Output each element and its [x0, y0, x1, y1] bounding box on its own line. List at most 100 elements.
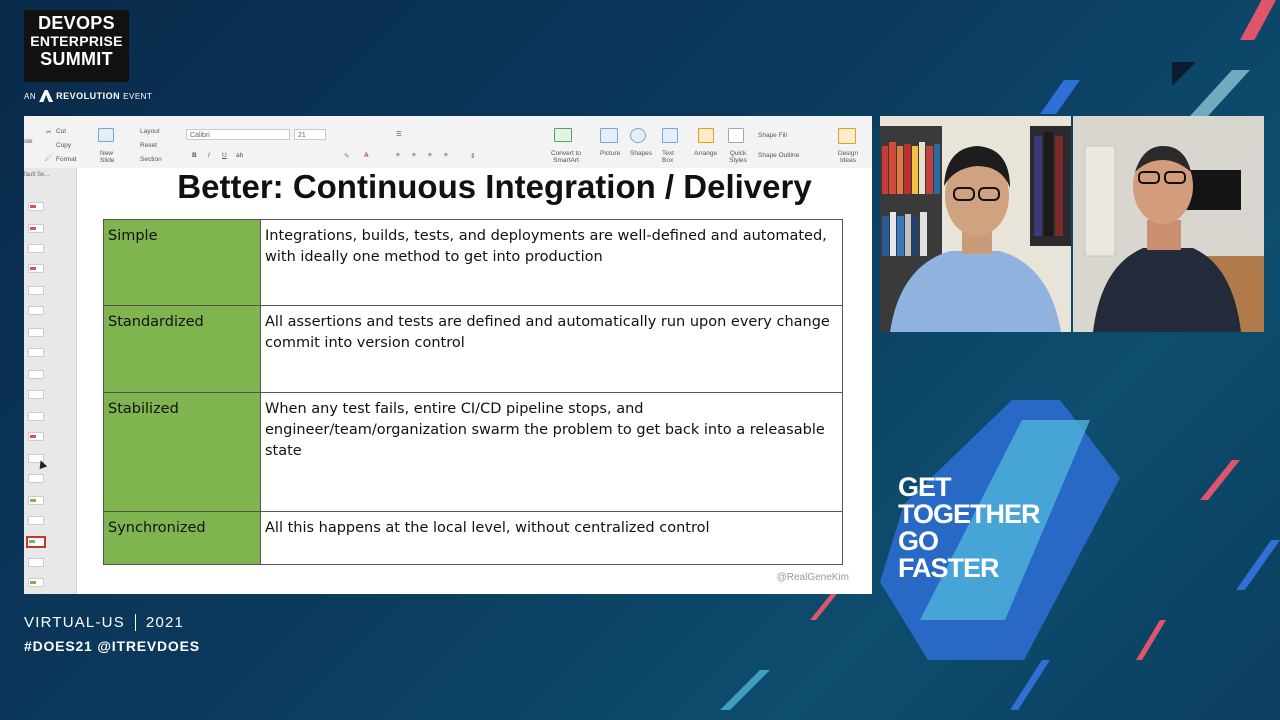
event-hashtags: #DOES21 @ITREVDOES	[24, 638, 200, 654]
background-shard	[1040, 80, 1080, 114]
slide-thumbnail[interactable]	[28, 432, 44, 441]
align-right-icon[interactable]: ≡	[428, 152, 432, 159]
table-row: Stabilized When any test fails, entire C…	[103, 391, 843, 512]
slide-thumbnail[interactable]	[28, 286, 44, 295]
cut-button[interactable]: Cut	[56, 128, 66, 135]
background-shard	[1172, 62, 1196, 86]
table-key-cell: Synchronized	[103, 510, 261, 566]
shape-outline-button[interactable]: Shape Outline	[758, 152, 799, 159]
slide-thumbnail[interactable]	[28, 348, 44, 357]
table-row: Standardized All assertions and tests ar…	[103, 305, 843, 393]
organizer-credit: AN REVOLUTION EVENT	[24, 90, 152, 102]
table-key-cell: Simple	[103, 218, 261, 307]
slide-thumbnail-selected[interactable]	[26, 536, 46, 548]
justify-icon[interactable]: ≡	[444, 152, 448, 159]
practices-table: Simple Integrations, builds, tests, and …	[103, 218, 843, 566]
new-slide-button[interactable]: New Slide	[100, 150, 116, 164]
scissors-icon: ✂	[46, 129, 52, 136]
background-shard	[1200, 460, 1240, 500]
slogan: GET TOGETHER GO FASTER	[898, 472, 1041, 583]
highlight-icon[interactable]: ✎	[344, 152, 349, 160]
copy-button[interactable]: Copy	[56, 142, 71, 149]
reset-button[interactable]: Reset	[140, 142, 157, 149]
picture-icon	[600, 128, 618, 143]
panel-title: fault Se...	[24, 172, 50, 178]
logo-text: DEVOPS	[38, 13, 115, 33]
section-button[interactable]: Section	[140, 156, 162, 163]
slide-thumbnail[interactable]	[28, 370, 44, 379]
arrange-icon	[698, 128, 714, 143]
event-name: VIRTUAL-US	[24, 614, 125, 631]
summit-logo: DEVOPS ENTERPRISE SUMMIT	[24, 10, 129, 82]
smartart-icon	[554, 128, 572, 142]
quick-styles-button[interactable]: Quick Styles	[726, 150, 750, 164]
background-shard	[810, 590, 840, 620]
design-ideas-icon	[838, 128, 856, 144]
strikethrough-icon[interactable]: ab	[236, 152, 243, 159]
background-shard	[1236, 540, 1280, 590]
organizer-brand: REVOLUTION	[56, 91, 121, 101]
slogan-line: GET	[898, 472, 952, 502]
organizer-prefix: AN	[24, 91, 37, 101]
slide-thumbnail[interactable]	[28, 516, 44, 525]
slide-thumbnail[interactable]	[28, 244, 44, 253]
layout-button[interactable]: Layout	[140, 128, 160, 135]
shape-fill-button[interactable]: Shape Fill	[758, 132, 787, 139]
table-row: Simple Integrations, builds, tests, and …	[103, 218, 843, 307]
table-key-cell: Stabilized	[103, 391, 261, 512]
italic-icon[interactable]: I	[208, 152, 210, 159]
align-left-icon[interactable]: ≡	[396, 152, 400, 159]
text-box-icon	[662, 128, 678, 143]
design-ideas-button[interactable]: Design Ideas	[836, 150, 860, 164]
slide-thumbnail[interactable]	[28, 264, 44, 273]
slide-thumbnail[interactable]	[28, 306, 44, 315]
slide-thumbnail[interactable]	[28, 578, 44, 587]
slide-thumbnail-panel: fault Se...	[24, 168, 77, 594]
slide-thumbnail[interactable]	[28, 474, 44, 483]
table-value-cell: All assertions and tests are defined and…	[260, 305, 843, 393]
font-color-icon[interactable]: A	[364, 152, 369, 159]
shapes-button[interactable]: Shapes	[630, 150, 652, 157]
text-direction-icon[interactable]: ⇕	[470, 152, 475, 160]
event-label: VIRTUAL-US 2021	[24, 614, 184, 631]
table-key-cell: Standardized	[103, 305, 261, 393]
paste-button[interactable]: ste	[24, 138, 33, 145]
bullets-icon[interactable]: ☰	[396, 130, 402, 138]
table-row: Synchronized All this happens at the loc…	[103, 510, 843, 566]
divider	[134, 614, 136, 631]
background-shard	[720, 670, 770, 710]
background-shard	[1240, 0, 1276, 40]
presentation-window: ste ✂ Cut Copy 🖌 Format New Slide Layout…	[24, 116, 872, 594]
table-value-cell: When any test fails, entire CI/CD pipeli…	[260, 391, 843, 512]
text-box-button[interactable]: Text Box	[662, 150, 680, 164]
slide-thumbnail[interactable]	[28, 558, 44, 567]
convert-smartart-button[interactable]: Convert to SmartArt	[548, 150, 584, 164]
speaker-1-scene	[880, 116, 1071, 332]
slide-thumbnail[interactable]	[28, 224, 44, 233]
font-name-field[interactable]: Calibri	[186, 129, 290, 140]
slide-thumbnail[interactable]	[28, 412, 44, 421]
speaker-video-2	[1073, 116, 1264, 332]
event-year: 2021	[145, 614, 185, 631]
slogan-line: GO	[898, 526, 939, 556]
arrange-button[interactable]: Arrange	[694, 150, 717, 157]
slide-thumbnail[interactable]	[28, 202, 44, 211]
slide-thumbnail[interactable]	[28, 328, 44, 337]
align-center-icon[interactable]: ≡	[412, 152, 416, 159]
logo-text: SUMMIT	[40, 49, 113, 69]
underline-icon[interactable]: U	[222, 152, 227, 159]
slide-thumbnail[interactable]	[28, 496, 44, 505]
slogan-line: TOGETHER	[898, 499, 1041, 529]
slogan-line: FASTER	[898, 553, 1000, 583]
ribbon-toolbar: ste ✂ Cut Copy 🖌 Format New Slide Layout…	[24, 116, 872, 169]
speaker-video-1	[880, 116, 1071, 332]
table-value-cell: All this happens at the local level, wit…	[260, 510, 843, 566]
slide-title: Better: Continuous Integration / Deliver…	[177, 168, 812, 205]
bold-icon[interactable]: B	[192, 152, 197, 159]
format-button[interactable]: Format	[56, 156, 77, 163]
picture-button[interactable]: Picture	[600, 150, 620, 157]
slide-thumbnail[interactable]	[28, 390, 44, 399]
font-size-field[interactable]: 21	[294, 129, 326, 140]
background-shard	[1010, 660, 1050, 710]
background-shard	[1190, 70, 1250, 116]
